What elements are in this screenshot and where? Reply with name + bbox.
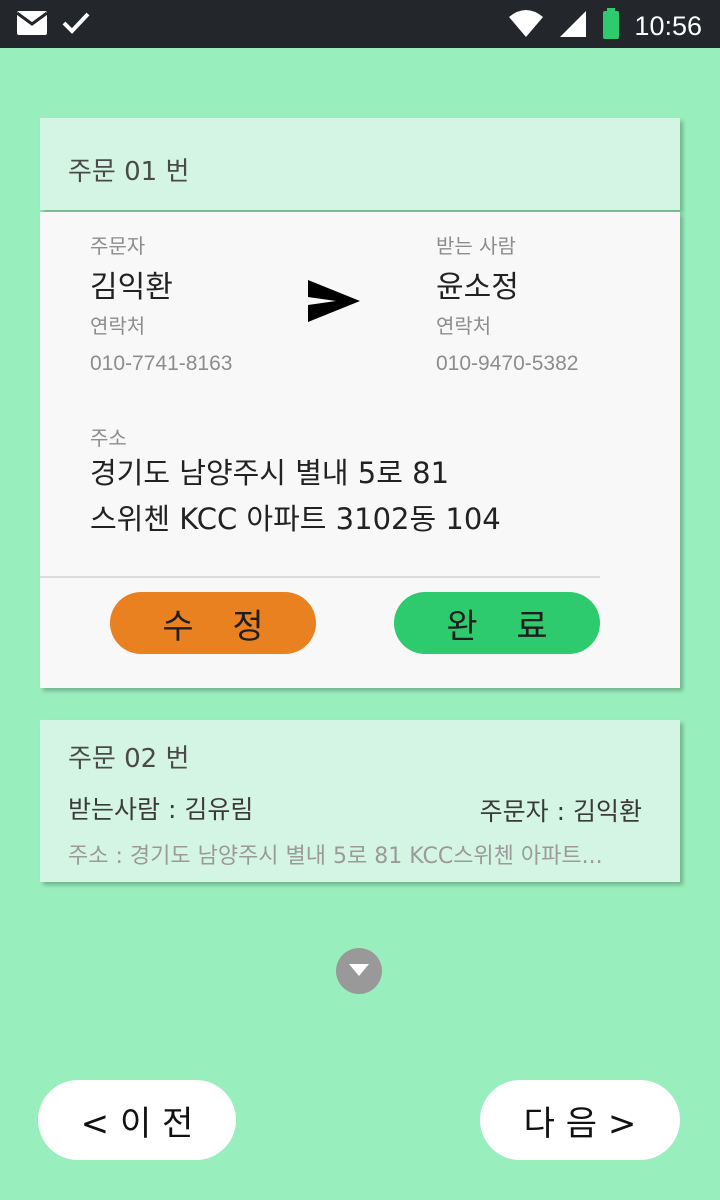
address: 경기도 남양주시 별내 5로 81 스위첸 KCC 아파트 3102동 104 bbox=[90, 450, 501, 542]
status-bar: 10:56 bbox=[0, 0, 720, 48]
mail-icon bbox=[16, 10, 48, 40]
expand-more-button[interactable] bbox=[336, 948, 382, 994]
check-icon bbox=[62, 11, 90, 39]
receiver-phone: 010-9470-5382 bbox=[436, 352, 579, 375]
clock: 10:56 bbox=[634, 10, 702, 41]
address-label: 주소 bbox=[90, 426, 127, 450]
chevron-down-icon bbox=[349, 964, 369, 976]
order-2-orderer: 주문자 : 김익환 bbox=[479, 797, 642, 826]
receiver-label: 받는 사람 bbox=[436, 234, 516, 258]
previous-button[interactable]: < 이 전 bbox=[38, 1080, 236, 1160]
divider bbox=[40, 576, 600, 578]
order-1-title: 주문 01 번 bbox=[68, 157, 190, 187]
send-icon bbox=[306, 278, 362, 328]
battery-icon bbox=[602, 8, 620, 44]
order-2-receiver: 받는사람 : 김유림 bbox=[68, 795, 254, 824]
done-button[interactable]: 완 료 bbox=[394, 592, 600, 654]
next-button[interactable]: 다 음 > bbox=[480, 1080, 680, 1160]
order-2-card[interactable]: 주문 02 번 받는사람 : 김유림 주문자 : 김익환 주소 : 경기도 남양… bbox=[40, 720, 680, 882]
order-1-detail-card: 주문자 김익환 연락처 010-7741-8163 받는 사람 윤소정 연락처 … bbox=[40, 212, 680, 688]
address-line-2: 스위첸 KCC 아파트 3102동 104 bbox=[90, 502, 501, 536]
orderer-name: 김익환 bbox=[90, 270, 173, 305]
order-2-title: 주문 02 번 bbox=[68, 744, 190, 774]
edit-button[interactable]: 수 정 bbox=[110, 592, 316, 654]
order-2-address: 주소 : 경기도 남양주시 별내 5로 81 KCC스위첸 아파트... bbox=[68, 844, 603, 869]
signal-icon bbox=[558, 9, 588, 43]
order-1-header[interactable]: 주문 01 번 bbox=[40, 118, 680, 210]
receiver-name: 윤소정 bbox=[436, 270, 519, 305]
orderer-contact-label: 연락처 bbox=[90, 314, 146, 338]
wifi-icon bbox=[508, 9, 544, 43]
orderer-label: 주문자 bbox=[90, 234, 146, 258]
address-line-1: 경기도 남양주시 별내 5로 81 bbox=[90, 456, 450, 490]
orderer-phone: 010-7741-8163 bbox=[90, 352, 233, 375]
receiver-contact-label: 연락처 bbox=[436, 314, 492, 338]
